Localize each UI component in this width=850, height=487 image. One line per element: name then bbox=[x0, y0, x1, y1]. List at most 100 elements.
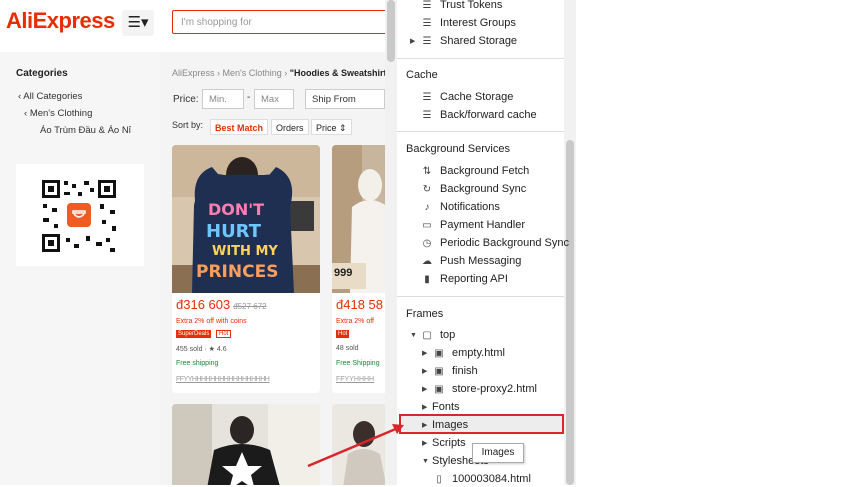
tree-item-label: Back/forward cache bbox=[440, 109, 537, 121]
tree-item-trust-tokens[interactable]: ☰ Trust Tokens bbox=[420, 0, 503, 13]
tree-item-periodic-background-sync[interactable]: ◷ Periodic Background Sync bbox=[420, 235, 569, 251]
qr-code bbox=[40, 178, 118, 254]
tree-item-label: Interest Groups bbox=[440, 17, 516, 29]
devtools-scrollbar-thumb[interactable] bbox=[566, 140, 574, 485]
section-title-frames: Frames bbox=[406, 308, 444, 320]
all-categories-link[interactable]: ‹ All Categories bbox=[18, 91, 82, 102]
tree-item-label: store-proxy2.html bbox=[452, 383, 537, 395]
hot-pill: Hot bbox=[216, 330, 232, 338]
up-down-arrows-icon: ⇅ bbox=[422, 165, 432, 177]
tree-item-frame-finish[interactable]: ▶ ▣ finish bbox=[422, 363, 478, 379]
subcategory-link[interactable]: Áo Trùm Đầu & Áo Nỉ bbox=[40, 125, 131, 136]
all-categories-label: All Categories bbox=[23, 91, 83, 102]
tree-item-label: Payment Handler bbox=[440, 219, 525, 231]
svg-text:PRINCES: PRINCES bbox=[196, 262, 278, 282]
breadcrumb-mens[interactable]: Men's Clothing bbox=[223, 68, 282, 78]
tree-item-back-forward-cache[interactable]: ☰ Back/forward cache bbox=[420, 107, 537, 123]
document-icon: ▮ bbox=[424, 273, 430, 285]
search-input[interactable]: I'm shopping for bbox=[172, 10, 385, 34]
free-shipping: Free shipping bbox=[176, 360, 219, 367]
sold-count: 455 sold · ★ 4.6 bbox=[176, 346, 227, 353]
section-title-cache: Cache bbox=[406, 69, 438, 81]
sort-orders[interactable]: Orders bbox=[271, 119, 309, 135]
tree-item-frame-top[interactable]: ▼ ▢ top bbox=[410, 327, 455, 343]
product-image bbox=[332, 404, 385, 485]
price-label: Price: bbox=[173, 94, 199, 105]
tree-item-scripts[interactable]: ▶ Scripts bbox=[422, 435, 466, 451]
price-dash: - bbox=[247, 92, 251, 103]
breadcrumb-current: "Hoodies & Sweatshirts" bbox=[289, 68, 385, 78]
aliexpress-page: AliExpress ☰▾ I'm shopping for Categorie… bbox=[0, 0, 385, 485]
page-scrollbar-thumb[interactable] bbox=[387, 0, 395, 62]
tree-item-label: finish bbox=[452, 365, 478, 377]
sort-best-match[interactable]: Best Match bbox=[210, 119, 269, 135]
tree-item-label: top bbox=[440, 329, 456, 341]
aliexpress-logo[interactable]: AliExpress bbox=[6, 8, 115, 34]
extra-discount: Extra 2% off with coins bbox=[176, 318, 247, 325]
free-shipping: Free Shipping bbox=[336, 360, 380, 367]
product-card[interactable]: DON'T HURT WITH MY PRINCES đ316 603 đ527 … bbox=[172, 145, 320, 393]
expand-arrow-icon[interactable]: ▶ bbox=[422, 421, 430, 429]
product-image: DON'T HURT WITH MY PRINCES bbox=[172, 145, 320, 293]
section-divider bbox=[397, 58, 564, 59]
expand-arrow-icon[interactable]: ▶ bbox=[422, 349, 430, 357]
price-min-input[interactable]: Min. bbox=[202, 89, 244, 109]
tree-item-interest-groups[interactable]: ☰ Interest Groups bbox=[420, 15, 516, 31]
tree-item-cache-storage[interactable]: ☰ Cache Storage bbox=[420, 89, 514, 105]
price-max-input[interactable]: Max bbox=[254, 89, 294, 109]
tree-item-notifications[interactable]: ♪ Notifications bbox=[420, 199, 500, 215]
tree-item-label: Reporting API bbox=[440, 273, 508, 285]
sort-price[interactable]: Price ⇕ bbox=[311, 119, 352, 135]
tree-item-label: Shared Storage bbox=[440, 35, 518, 47]
expand-arrow-icon[interactable]: ▶ bbox=[422, 385, 430, 393]
svg-text:WITH MY: WITH MY bbox=[212, 244, 278, 259]
expand-arrow-icon[interactable]: ▶ bbox=[422, 439, 430, 447]
tree-item-label: Background Fetch bbox=[440, 165, 530, 177]
tree-item-push-messaging[interactable]: ☁ Push Messaging bbox=[420, 253, 521, 269]
iframe-icon: ▣ bbox=[434, 383, 444, 395]
tree-item-label: Images bbox=[432, 419, 469, 431]
ship-from-select[interactable]: Ship From bbox=[305, 89, 385, 109]
sold-count: 48 sold bbox=[336, 345, 359, 352]
tree-item-label: empty.html bbox=[452, 347, 505, 359]
product-image bbox=[172, 404, 320, 485]
tree-item-fonts[interactable]: ▶ Fonts bbox=[422, 399, 460, 415]
collapse-arrow-icon[interactable]: ▼ bbox=[422, 458, 430, 465]
collapse-arrow-icon[interactable]: ▼ bbox=[410, 332, 418, 339]
tree-item-label: Periodic Background Sync bbox=[440, 237, 570, 249]
tree-item-label: Push Messaging bbox=[440, 255, 522, 267]
sort-label: Sort by: bbox=[172, 120, 204, 130]
tree-item-background-fetch[interactable]: ⇅ Background Fetch bbox=[420, 163, 529, 179]
product-card[interactable] bbox=[332, 404, 385, 485]
expand-arrow-icon[interactable]: ▶ bbox=[422, 367, 430, 375]
cloud-icon: ☁ bbox=[422, 255, 432, 267]
breadcrumb-home[interactable]: AliExpress bbox=[172, 68, 215, 78]
tree-item-frame-empty[interactable]: ▶ ▣ empty.html bbox=[422, 345, 505, 361]
tree-item-images[interactable]: ▶ Images bbox=[422, 417, 468, 433]
database-icon: ☰ bbox=[422, 109, 432, 121]
svg-text:HURT: HURT bbox=[206, 221, 262, 242]
expand-arrow-icon[interactable]: ▶ bbox=[410, 37, 418, 45]
superdeals-badge: SuperDeals bbox=[176, 330, 212, 338]
tree-item-background-sync[interactable]: ↻ Background Sync bbox=[420, 181, 526, 197]
tree-item-shared-storage[interactable]: ▶ ☰ Shared Storage bbox=[410, 33, 517, 49]
page-scrollbar[interactable] bbox=[385, 0, 397, 485]
product-card[interactable]: 999 đ418 58 Extra 2% off Hot 48 sold Fre… bbox=[332, 145, 385, 393]
tree-item-payment-handler[interactable]: ▭ Payment Handler bbox=[420, 217, 525, 233]
categories-title: Categories bbox=[16, 68, 68, 79]
database-icon: ☰ bbox=[422, 0, 432, 11]
menu-button[interactable]: ☰▾ bbox=[122, 10, 154, 36]
product-title[interactable]: FFYYHHHHHHHHHHHHHHHHH bbox=[176, 376, 270, 383]
expand-arrow-icon[interactable]: ▶ bbox=[422, 403, 430, 411]
mens-clothing-link[interactable]: ‹ Men's Clothing bbox=[24, 108, 92, 119]
database-icon: ☰ bbox=[422, 91, 432, 103]
sync-icon: ↻ bbox=[422, 183, 432, 195]
tree-item-frame-store-proxy[interactable]: ▶ ▣ store-proxy2.html bbox=[422, 381, 537, 397]
tree-item-label: Background Sync bbox=[440, 183, 527, 195]
product-title[interactable]: FFYYHHHH bbox=[336, 376, 374, 383]
section-divider bbox=[397, 296, 564, 297]
tree-item-reporting-api[interactable]: ▮ Reporting API bbox=[420, 271, 508, 287]
price-sticker: 999 bbox=[334, 267, 353, 279]
breadcrumb: AliExpress › Men's Clothing › "Hoodies &… bbox=[172, 68, 385, 78]
product-card[interactable] bbox=[172, 404, 320, 485]
